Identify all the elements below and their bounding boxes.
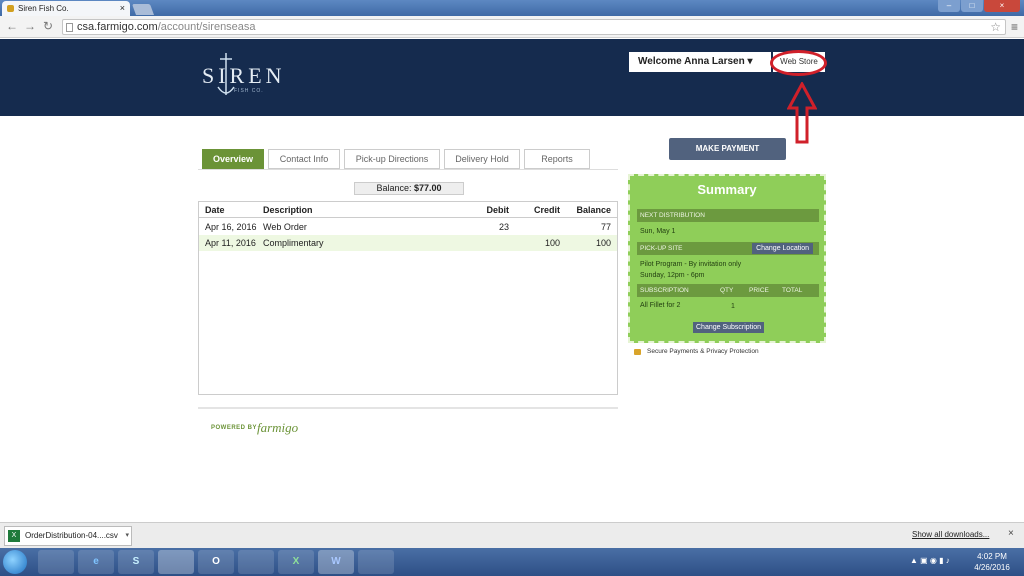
qty-label: QTY — [720, 287, 734, 294]
media-player-icon[interactable] — [238, 550, 274, 574]
balance-label: Balance: — [376, 183, 412, 193]
table-header-row: Date Description Debit Credit Balance — [199, 202, 617, 218]
next-distribution-header: NEXT DISTRIBUTION — [637, 209, 819, 222]
download-filename: OrderDistribution-04....csv — [25, 531, 118, 540]
col-credit: Credit — [533, 205, 560, 215]
download-bar: X OrderDistribution-04....csv ▾ Show all… — [0, 522, 1024, 548]
logo-subtitle: FISH CO. — [234, 88, 264, 94]
subscription-qty: 1 — [731, 303, 735, 310]
browser-menu-icon[interactable]: ≡ — [1011, 20, 1018, 34]
tab-divider — [198, 169, 618, 170]
subscription-header: SUBSCRIPTION QTY PRICE TOTAL — [637, 284, 819, 297]
cell-debit: 23 — [498, 222, 509, 232]
summary-panel: Summary NEXT DISTRIBUTION Sun, May 1 PIC… — [628, 174, 826, 343]
logo-text: SIREN — [202, 63, 286, 88]
browser-toolbar: ← → ↻ csa.farmigo.com/account/sirenseasa… — [0, 16, 1024, 38]
excel-file-icon: X — [8, 530, 20, 542]
clock-date: 4/26/2016 — [974, 563, 1010, 572]
total-label: TOTAL — [782, 287, 803, 294]
account-tabs: Overview Contact Info Pick-up Directions… — [202, 149, 590, 169]
subscription-label: SUBSCRIPTION — [640, 287, 689, 294]
powered-by-label: POWERED BY — [211, 425, 258, 431]
col-description: Description — [263, 205, 313, 215]
pickup-site-name: Pilot Program - By invitation only — [640, 261, 742, 268]
download-item[interactable]: X OrderDistribution-04....csv ▾ — [4, 526, 132, 546]
taskbar-clock[interactable]: 4:02 PM 4/26/2016 — [970, 551, 1014, 573]
transactions-table: Date Description Debit Credit Balance Ap… — [198, 201, 618, 395]
table-row: Apr 16, 2016 Web Order 23 77 — [199, 219, 617, 235]
chevron-down-icon[interactable]: ▾ — [125, 527, 129, 545]
excel-icon[interactable]: X — [278, 550, 314, 574]
back-icon[interactable]: ← — [6, 19, 18, 33]
tab-close-button[interactable]: × — [120, 1, 125, 16]
tab-delivery-hold[interactable]: Delivery Hold — [444, 149, 520, 169]
explorer-icon[interactable] — [38, 550, 74, 574]
minimize-icon[interactable]: – — [938, 0, 960, 12]
col-date: Date — [205, 205, 225, 215]
internet-explorer-icon[interactable]: e — [78, 550, 114, 574]
cell-description: Web Order — [263, 222, 307, 232]
forward-icon[interactable]: → — [24, 19, 36, 33]
favicon-icon — [7, 5, 14, 12]
next-distribution-value: Sun, May 1 — [640, 228, 676, 235]
pickup-site-time: Sunday, 12pm - 6pm — [640, 272, 705, 279]
new-tab-button[interactable] — [131, 4, 155, 15]
lock-icon — [634, 349, 641, 355]
footer-divider — [198, 407, 618, 409]
col-debit: Debit — [486, 205, 510, 215]
url-host: csa.farmigo.com — [77, 21, 158, 33]
window-controls: – □ × — [938, 0, 1020, 12]
table-row: Apr 11, 2016 Complimentary 100 100 — [199, 235, 617, 251]
window-close-icon[interactable]: × — [984, 0, 1020, 12]
make-payment-button[interactable]: MAKE PAYMENT — [669, 138, 786, 160]
tab-reports[interactable]: Reports — [524, 149, 590, 169]
outlook-icon[interactable]: O — [198, 550, 234, 574]
download-bar-close-icon[interactable]: × — [1008, 528, 1014, 539]
start-button[interactable] — [3, 550, 27, 574]
siren-logo[interactable]: SIREN FISH CO. — [202, 51, 282, 99]
cell-date: Apr 11, 2016 — [205, 238, 256, 248]
paint-icon[interactable] — [358, 550, 394, 574]
tab-overview[interactable]: Overview — [202, 149, 264, 169]
pickup-site-label: PICK-UP SITE — [640, 245, 683, 252]
address-bar[interactable]: csa.farmigo.com/account/sirenseasa ☆ — [62, 19, 1006, 35]
skype-icon[interactable]: S — [118, 550, 154, 574]
clock-time: 4:02 PM — [977, 552, 1007, 561]
browser-titlebar: Siren Fish Co. × – □ × — [0, 0, 1024, 16]
balance-value: $77.00 — [414, 183, 442, 193]
annotation-circle — [770, 50, 827, 76]
site-header: SIREN FISH CO. Welcome Anna Larsen ▾ Web… — [0, 39, 1024, 116]
maximize-icon[interactable]: □ — [961, 0, 983, 12]
change-subscription-button[interactable]: Change Subscription — [693, 322, 764, 333]
cell-balance: 100 — [595, 238, 611, 248]
page-icon — [66, 23, 73, 32]
summary-title: Summary — [697, 182, 757, 197]
reload-icon[interactable]: ↻ — [43, 19, 53, 33]
cell-description: Complimentary — [263, 238, 324, 248]
cell-date: Apr 16, 2016 — [205, 222, 257, 232]
change-location-button[interactable]: Change Location — [752, 243, 813, 254]
cell-credit: 100 — [544, 238, 560, 248]
tab-title: Siren Fish Co. — [18, 4, 69, 13]
tab-contact-info[interactable]: Contact Info — [268, 149, 340, 169]
url-path: /account/sirenseasa — [157, 21, 256, 33]
word-icon[interactable]: W — [318, 550, 354, 574]
secure-payments-text: Secure Payments & Privacy Protection — [647, 348, 759, 355]
show-all-downloads-link[interactable]: Show all downloads... — [912, 530, 989, 539]
cell-balance: 77 — [600, 222, 611, 232]
tab-pickup-directions[interactable]: Pick-up Directions — [344, 149, 440, 169]
col-balance: Balance — [576, 205, 611, 215]
annotation-arrow-icon — [787, 82, 817, 144]
bookmark-star-icon[interactable]: ☆ — [990, 20, 1001, 34]
subscription-item: All Fillet for 2 — [640, 302, 681, 309]
farmigo-logo[interactable]: farmigo — [257, 420, 298, 436]
browser-tab[interactable]: Siren Fish Co. × — [2, 1, 130, 16]
price-label: PRICE — [749, 287, 769, 294]
welcome-user-menu[interactable]: Welcome Anna Larsen ▾ — [629, 52, 771, 72]
chrome-icon[interactable] — [158, 550, 194, 574]
balance-summary: Balance: $77.00 — [354, 182, 464, 195]
system-tray-icons[interactable]: ▲ ▣ ◉ ▮ ♪ — [910, 556, 950, 565]
windows-taskbar: e S O X W ▲ ▣ ◉ ▮ ♪ 4:02 PM 4/26/2016 — [0, 548, 1024, 576]
pickup-site-header: PICK-UP SITE Change Location — [637, 242, 819, 255]
